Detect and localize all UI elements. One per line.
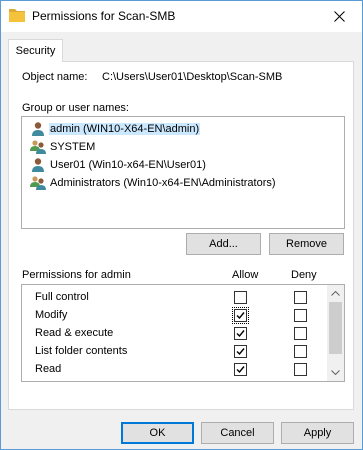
- deny-checkbox[interactable]: [294, 309, 307, 322]
- checkmark-icon: [236, 312, 245, 320]
- deny-column-header: Deny: [291, 269, 317, 281]
- permission-name: Modify: [35, 309, 68, 321]
- close-icon: [334, 10, 345, 22]
- chevron-down-icon: [331, 370, 340, 375]
- deny-checkbox[interactable]: [294, 327, 307, 340]
- allow-checkbox[interactable]: [234, 327, 247, 340]
- chevron-up-icon: [331, 291, 340, 296]
- scroll-thumb[interactable]: [329, 302, 342, 354]
- permissions-title: Permissions for admin: [22, 269, 131, 281]
- allow-checkbox[interactable]: [234, 291, 247, 304]
- list-item-administrators[interactable]: Administrators (Win10-x64-EN\Administrat…: [23, 174, 277, 192]
- object-name-label: Object name:: [22, 71, 88, 83]
- list-item-user01[interactable]: User01 (Win10-x64-EN\User01): [23, 156, 207, 174]
- deny-checkbox[interactable]: [294, 345, 307, 358]
- permission-name: Read: [35, 363, 62, 375]
- user-icon: [32, 158, 44, 172]
- permission-name: List folder contents: [35, 345, 128, 357]
- group-list-label: Group or user names:: [22, 102, 129, 114]
- list-item-label: admin (WIN10-X64-EN\admin): [49, 123, 201, 135]
- permission-row: Read & execute: [22, 325, 327, 343]
- scroll-down-button[interactable]: [327, 364, 344, 381]
- permissions-dialog: Permissions for Scan-SMB Security Object…: [0, 0, 363, 450]
- apply-button[interactable]: Apply: [281, 422, 354, 444]
- deny-checkbox[interactable]: [294, 363, 307, 376]
- permissions-list[interactable]: Full control Modify Read & execute List fol…: [21, 284, 345, 382]
- remove-button[interactable]: Remove: [269, 233, 344, 255]
- checkmark-icon: [236, 330, 245, 338]
- tab-security[interactable]: Security: [8, 39, 63, 62]
- allow-checkbox[interactable]: [234, 363, 247, 376]
- allow-checkbox[interactable]: [232, 307, 249, 324]
- permission-row: List folder contents: [22, 343, 327, 361]
- cancel-button[interactable]: Cancel: [201, 422, 274, 444]
- user-icon: [32, 122, 44, 136]
- deny-checkbox[interactable]: [294, 381, 307, 382]
- group-user-list[interactable]: admin (WIN10-X64-EN\admin) SYSTEM User01…: [21, 116, 345, 229]
- permissions-scrollbar[interactable]: [327, 285, 344, 381]
- folder-icon: [9, 9, 25, 22]
- list-item-label: SYSTEM: [50, 141, 96, 153]
- checkmark-icon: [236, 366, 245, 374]
- checkmark-icon: [236, 348, 245, 356]
- list-item-system[interactable]: SYSTEM: [23, 138, 96, 156]
- permission-row: Full control: [22, 289, 327, 307]
- group-icon: [30, 140, 46, 154]
- permission-row: [22, 379, 327, 382]
- close-button[interactable]: [317, 1, 362, 31]
- list-item-label: Administrators (Win10-x64-EN\Administrat…: [50, 177, 276, 189]
- title-bar[interactable]: Permissions for Scan-SMB: [1, 1, 362, 32]
- permission-name: Full control: [35, 291, 89, 303]
- allow-checkbox[interactable]: [234, 345, 247, 358]
- permission-row: Read: [22, 361, 327, 379]
- allow-column-header: Allow: [232, 269, 259, 281]
- permission-name: Read & execute: [35, 327, 114, 339]
- tab-security-label: Security: [15, 45, 56, 57]
- scroll-up-button[interactable]: [327, 285, 344, 302]
- list-item-admin[interactable]: admin (WIN10-X64-EN\admin): [23, 120, 201, 138]
- deny-checkbox[interactable]: [294, 291, 307, 304]
- window-title: Permissions for Scan-SMB: [32, 9, 176, 23]
- add-button[interactable]: Add...: [186, 233, 261, 255]
- list-item-label: User01 (Win10-x64-EN\User01): [50, 159, 206, 171]
- object-name-value: C:\Users\User01\Desktop\Scan-SMB: [102, 71, 283, 83]
- allow-checkbox[interactable]: [234, 381, 247, 382]
- group-icon: [30, 176, 46, 190]
- ok-button[interactable]: OK: [121, 422, 194, 444]
- permission-row: Modify: [22, 307, 327, 325]
